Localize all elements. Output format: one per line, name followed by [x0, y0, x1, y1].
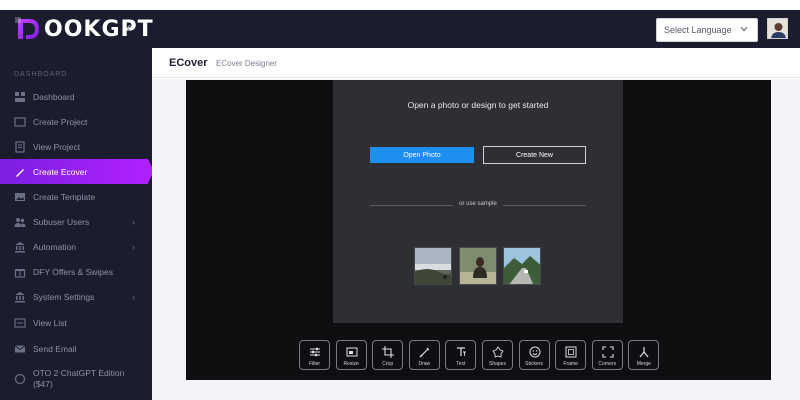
bank-icon: [15, 241, 25, 252]
sidebar-item-create-project[interactable]: Create Project: [0, 109, 152, 134]
start-prompt: Open a photo or design to get started: [407, 100, 549, 110]
sidebar-item-label: Create Project: [33, 116, 88, 127]
sidebar-item-label: Subuser Users: [33, 216, 90, 227]
folder-icon: [14, 116, 26, 127]
sidebar-item-label: Automation: [33, 241, 76, 252]
tool-stickers[interactable]: Stickers: [518, 340, 550, 370]
sidebar-item-create-ecover[interactable]: Create Ecover: [0, 159, 154, 184]
tool-resize[interactable]: Resize: [335, 340, 367, 370]
tool-label: Corners: [598, 361, 617, 367]
text-icon: [457, 347, 467, 356]
corners-icon: [602, 346, 614, 358]
logo-icon: [15, 17, 39, 39]
language-select[interactable]: Select Language: [656, 18, 758, 42]
tool-draw[interactable]: Draw: [408, 340, 440, 370]
resize-icon: [346, 347, 358, 357]
sidebar-item-dashboard[interactable]: Dashboard: [0, 84, 152, 109]
editor-toolbar: Filter Resize Crop Draw Text Shapes Stic…: [299, 340, 665, 370]
top-bar: OOKGPT ‹ Select Language: [0, 10, 800, 48]
sidebar-item-label: System Settings: [33, 291, 95, 302]
sliders-icon: [310, 347, 320, 357]
content-header: ECover ECover Designer: [152, 48, 800, 78]
sidebar-item-subuser-users[interactable]: Subuser Users ›: [0, 209, 152, 234]
tool-frame[interactable]: Frame: [555, 340, 587, 370]
sidebar-item-dfy-offers[interactable]: DFY Offers & Swipes: [0, 259, 152, 284]
tool-label: Text: [456, 361, 466, 367]
sample-image-1[interactable]: [414, 247, 452, 285]
chevron-right-icon: ›: [132, 291, 135, 302]
sidebar-item-system-settings[interactable]: System Settings ›: [0, 284, 152, 309]
open-photo-button[interactable]: Open Photo: [370, 147, 474, 163]
sticker-icon: [529, 346, 541, 358]
tool-label: Merge: [636, 361, 651, 367]
users-icon: [14, 217, 26, 227]
sample-image-2[interactable]: [459, 247, 497, 285]
merge-icon: [639, 347, 649, 358]
tool-shapes[interactable]: Shapes: [481, 340, 513, 370]
tool-corners[interactable]: Corners: [591, 340, 623, 370]
image-icon: [15, 192, 25, 201]
sidebar-item-automation[interactable]: Automation ›: [0, 234, 152, 259]
mail-icon: [14, 344, 26, 352]
sidebar-item-label: OTO 2 ChatGPT Edition ($47): [33, 367, 125, 389]
tool-label: Frame: [563, 361, 578, 367]
language-select-value: Select Language: [664, 25, 732, 35]
sidebar-item-label: Send Email: [33, 343, 77, 354]
tool-label: Filter: [308, 361, 321, 367]
sidebar-item-label: Dashboard: [33, 91, 75, 102]
sidebar-collapse-icon[interactable]: ‹: [126, 20, 131, 36]
sidebar-item-view-project[interactable]: View Project: [0, 134, 152, 159]
crop-icon: [382, 346, 395, 358]
sidebar-section-label: DASHBOARD: [14, 71, 68, 78]
ecover-editor: Open a photo or design to get started Op…: [186, 80, 771, 380]
portrait-photo-icon: [460, 248, 496, 284]
tool-label: Stickers: [525, 361, 543, 367]
chevron-right-icon: ›: [132, 216, 135, 227]
user-avatar-icon: [768, 19, 787, 38]
sidebar-item-view-list[interactable]: View List: [0, 310, 152, 335]
sidebar-item-label: View List: [33, 317, 67, 328]
document-icon: [15, 140, 25, 153]
tool-crop[interactable]: Crop: [372, 340, 404, 370]
sidebar-item-create-template[interactable]: Create Template: [0, 184, 152, 209]
chevron-down-icon: [740, 27, 748, 32]
tool-label: Resize: [343, 361, 359, 367]
tool-label: Crop: [382, 361, 394, 367]
sidebar-item-oto2[interactable]: OTO 2 ChatGPT Edition ($47): [0, 366, 152, 391]
dashboard-icon: [15, 91, 25, 102]
pencil-icon: [16, 168, 24, 177]
frame-icon: [565, 346, 577, 358]
page-subtitle: ECover Designer: [216, 59, 277, 68]
landscape-photo-icon: [415, 248, 451, 284]
tool-label: Shapes: [488, 361, 506, 367]
start-panel: Open a photo or design to get started Op…: [333, 80, 623, 323]
circle-icon: [14, 373, 26, 384]
sidebar-item-send-email[interactable]: Send Email: [0, 336, 152, 361]
app-root: OOKGPT ‹ Select Language DASHBOARD Dashb…: [0, 0, 800, 400]
sidebar-item-label: Create Ecover: [33, 166, 88, 177]
tool-text[interactable]: Text: [445, 340, 477, 370]
sidebar-item-label: View Project: [33, 141, 81, 152]
or-use-sample-label: or use sample: [333, 201, 623, 207]
sidebar-item-label: DFY Offers & Swipes: [33, 266, 113, 277]
bank-icon: [15, 291, 25, 302]
logo-text: OOKGPT: [44, 16, 154, 42]
logo[interactable]: OOKGPT: [14, 14, 154, 44]
create-new-button[interactable]: Create New: [483, 146, 586, 164]
sidebar: DASHBOARD Dashboard Create Project View …: [0, 48, 154, 400]
tool-label: Draw: [418, 361, 431, 367]
avatar[interactable]: [767, 18, 788, 39]
sidebar-item-label: Create Template: [33, 191, 96, 202]
road-photo-icon: [504, 248, 540, 284]
sample-image-3[interactable]: [503, 247, 541, 285]
shapes-icon: [492, 346, 504, 358]
page-title: ECover: [169, 57, 208, 69]
brush-icon: [419, 347, 430, 358]
list-icon: [14, 317, 26, 328]
chevron-right-icon: ›: [132, 241, 135, 252]
tool-filter[interactable]: Filter: [299, 340, 330, 370]
gift-icon: [14, 268, 26, 278]
tool-merge[interactable]: Merge: [628, 340, 660, 370]
